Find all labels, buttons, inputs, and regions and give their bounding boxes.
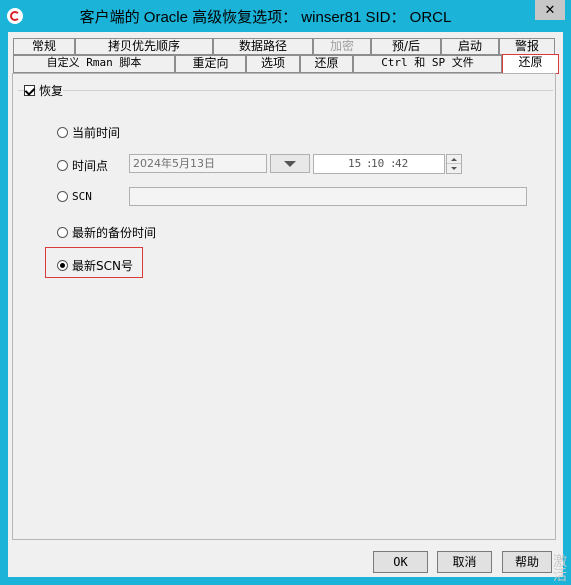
help-button[interactable]: 帮助 (502, 551, 552, 573)
cancel-button[interactable]: 取消 (437, 551, 492, 573)
tab-redirect[interactable]: 重定向 (175, 55, 246, 73)
tab-general[interactable]: 常规 (13, 38, 75, 55)
radio-latest-scn[interactable]: 最新SCN号 (57, 257, 133, 274)
radio-point-in-time-label: 时间点 (72, 159, 109, 173)
radio-current-time[interactable]: 当前时间 (57, 124, 120, 141)
time-field[interactable]: 15 : 10 : 42 (313, 154, 445, 174)
tab-restore[interactable]: 还原 (300, 55, 353, 73)
title-bar: 客户端的 Oracle 高级恢复选项： winser81 SID： ORCL ✕ (0, 0, 571, 32)
tab-custom-rman-script[interactable]: 自定义 Rman 脚本 (13, 55, 175, 73)
radio-selected-icon (57, 260, 68, 271)
radio-latest-scn-label: 最新SCN号 (72, 259, 133, 273)
radio-icon (57, 191, 68, 202)
group-divider (18, 90, 553, 91)
spin-down-icon[interactable] (447, 164, 461, 173)
recover-panel (12, 73, 556, 540)
time-spinner[interactable] (446, 154, 462, 174)
date-field[interactable]: 2024年5月13日 (129, 154, 267, 173)
minute-field[interactable]: 10 (371, 155, 384, 173)
spin-up-icon[interactable] (447, 155, 461, 164)
checkbox-checked-icon (24, 84, 35, 96)
close-button[interactable]: ✕ (535, 0, 565, 20)
dialog-client: 常规 拷贝优先顺序 数据路径 加密 预/后 启动 警报 自定义 Rman 脚本 … (8, 32, 563, 577)
tab-recover[interactable]: 还原 (502, 54, 559, 74)
radio-scn-label: SCN (72, 190, 92, 203)
tab-startup[interactable]: 启动 (441, 38, 499, 55)
tab-copy-precedence[interactable]: 拷贝优先顺序 (75, 38, 213, 55)
scn-input[interactable] (129, 187, 527, 206)
radio-icon (57, 227, 68, 238)
radio-icon (57, 127, 68, 138)
tab-ctrl-sp-files[interactable]: Ctrl 和 SP 文件 (353, 55, 502, 73)
tab-data-path[interactable]: 数据路径 (213, 38, 313, 55)
radio-point-in-time[interactable]: 时间点 (57, 157, 108, 174)
radio-icon (57, 160, 68, 171)
tab-alert[interactable]: 警报 (499, 38, 555, 55)
ok-button[interactable]: OK (373, 551, 428, 573)
hour-field[interactable]: 15 (348, 155, 361, 173)
date-dropdown-button[interactable] (270, 154, 310, 173)
second-field[interactable]: 42 (395, 155, 408, 173)
activation-watermark: 激活 (553, 554, 567, 584)
window-title: 客户端的 Oracle 高级恢复选项： winser81 SID： ORCL (79, 9, 452, 26)
tab-pre-post[interactable]: 预/后 (371, 38, 441, 55)
radio-latest-backup-time[interactable]: 最新的备份时间 (57, 224, 156, 241)
radio-current-time-label: 当前时间 (72, 126, 121, 140)
recover-checkbox[interactable]: 恢复 (24, 82, 64, 98)
tab-encryption[interactable]: 加密 (313, 38, 371, 55)
close-icon: ✕ (544, 2, 556, 18)
dialog-window: 客户端的 Oracle 高级恢复选项： winser81 SID： ORCL ✕… (0, 0, 571, 585)
radio-scn[interactable]: SCN (57, 190, 92, 203)
recover-checkbox-label: 恢复 (39, 83, 64, 98)
tab-options[interactable]: 选项 (246, 55, 300, 73)
radio-latest-backup-time-label: 最新的备份时间 (72, 226, 157, 240)
